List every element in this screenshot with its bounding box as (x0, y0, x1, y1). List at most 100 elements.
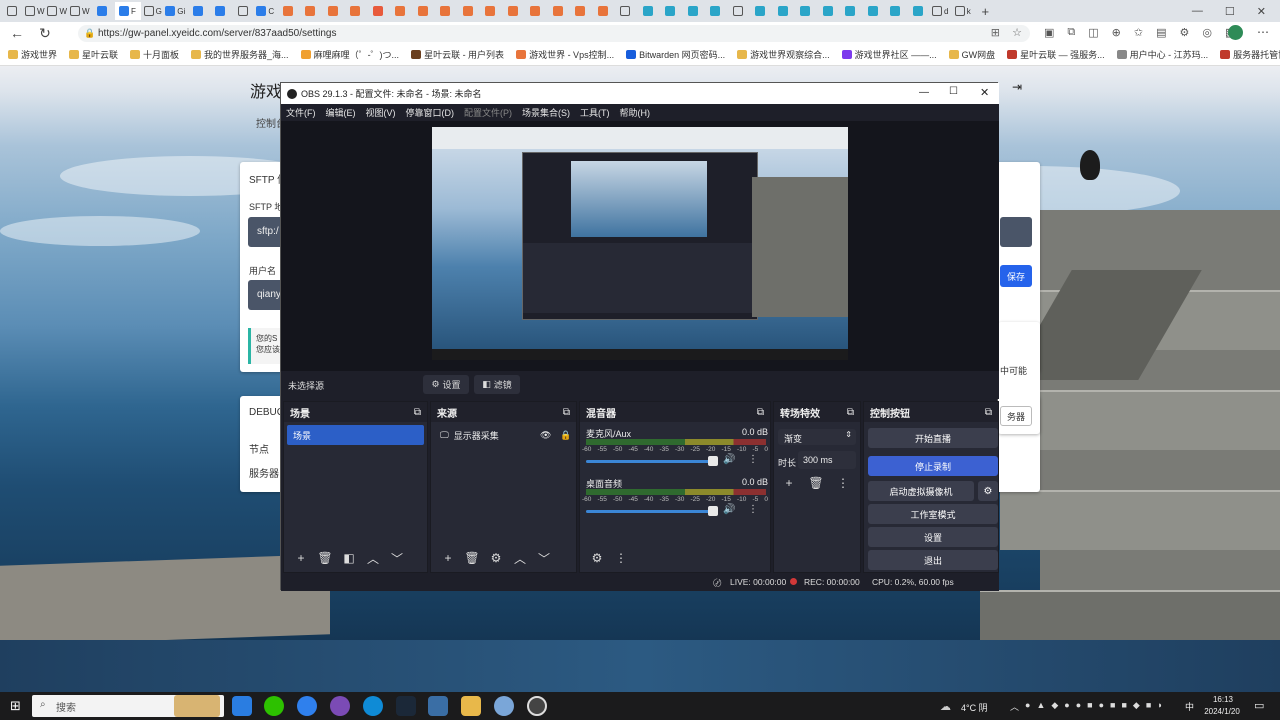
browser-tab[interactable]: d (930, 2, 951, 20)
duration-spinbox[interactable]: 300 ms (798, 451, 856, 469)
chevron-down-icon[interactable]: ﹀ (388, 549, 406, 567)
address-bar[interactable]: 🔒 https://gw-panel.xyeidc.com/server/837… (78, 25, 1030, 42)
new-tab-plus-icon[interactable]: + (975, 2, 996, 20)
browser-tab[interactable]: W (47, 2, 68, 20)
add-icon[interactable]: + (439, 549, 457, 567)
menu-tools[interactable]: 工具(T) (575, 106, 615, 119)
browser-tab[interactable] (728, 2, 749, 20)
menu-file[interactable]: 文件(F) (281, 106, 321, 119)
browser-tab[interactable] (570, 2, 591, 20)
star-icon[interactable]: ☆ (1012, 26, 1022, 39)
edge-icon[interactable] (363, 696, 383, 716)
tray-icon[interactable]: ◗ (1157, 700, 1162, 713)
menu-profile[interactable]: 配置文件(P) (459, 106, 517, 119)
tray-icon[interactable]: ◆ (1051, 700, 1058, 713)
browser-tab[interactable] (773, 2, 794, 20)
chevron-up-icon[interactable]: ︿ (1010, 700, 1019, 713)
browser-tab[interactable] (660, 2, 681, 20)
filters-button[interactable]: ◧ 滤镜 (474, 375, 520, 394)
browser-tab[interactable] (795, 2, 816, 20)
minimize-icon[interactable]: — (1192, 5, 1203, 18)
browser-tab[interactable]: G (143, 2, 164, 20)
obs-taskbar-icon[interactable] (527, 696, 547, 716)
browser-tab[interactable]: W (24, 2, 46, 20)
weather-text[interactable]: 4°C 阴 (961, 701, 988, 714)
browser-tab[interactable] (615, 2, 636, 20)
bookmark-item[interactable]: 游戏世界观察综合... (737, 48, 830, 61)
clock-date[interactable]: 2024/1/20 (1200, 707, 1244, 716)
browser-tab[interactable] (300, 2, 321, 20)
browser-tab[interactable] (750, 2, 771, 20)
menu-edit[interactable]: 编辑(E) (321, 106, 361, 119)
app-taskbar-icon[interactable] (232, 696, 252, 716)
tray-icon[interactable]: ● (1025, 700, 1030, 713)
speaker-icon[interactable]: 🔊 (723, 454, 735, 465)
source-item[interactable]: 🖵 显示器采集 👁 🔒 (434, 425, 573, 445)
browser-tab[interactable] (435, 2, 456, 20)
desktop-volume-knob[interactable] (708, 506, 718, 516)
trash-icon[interactable]: 🗑 (463, 549, 481, 567)
browser-tab[interactable] (840, 2, 861, 20)
close-icon[interactable]: ✕ (980, 86, 989, 99)
stop-recording-button[interactable]: 停止录制 (868, 456, 998, 476)
extension-icon[interactable]: ◎ (1202, 26, 1212, 39)
browser-tab[interactable] (885, 2, 906, 20)
ime-indicator[interactable]: 中 (1185, 700, 1194, 713)
menu-view[interactable]: 视图(V) (361, 106, 401, 119)
tray-icon[interactable]: ▲ (1036, 700, 1045, 713)
exit-button[interactable]: 退出 (868, 550, 998, 570)
browser-tab[interactable]: W (69, 2, 91, 20)
collections-icon[interactable]: ▤ (1156, 26, 1166, 39)
undock-icon[interactable]: ⧉ (563, 407, 570, 418)
browser-tab[interactable] (2, 2, 23, 20)
studio-mode-button[interactable]: 工作室模式 (868, 504, 998, 524)
tray-icon[interactable]: ● (1099, 700, 1104, 713)
browser-tab[interactable] (323, 2, 344, 20)
advanced-audio-icon[interactable]: ⚙ (588, 549, 606, 567)
browser-tab[interactable] (458, 2, 479, 20)
undock-icon[interactable]: ⧉ (985, 407, 992, 418)
chevron-up-icon[interactable]: ︿ (364, 549, 382, 567)
browser-tab[interactable] (548, 2, 569, 20)
lock-icon[interactable]: 🔒 (560, 430, 571, 441)
trash-icon[interactable]: 🗑 (807, 474, 825, 492)
desktop-volume-slider[interactable] (586, 510, 714, 513)
app-taskbar-icon[interactable] (297, 696, 317, 716)
extension-icon[interactable]: ▣ (1044, 26, 1054, 39)
notification-icon[interactable]: ▭ (1254, 699, 1264, 712)
settings-button[interactable]: 设置 (868, 527, 998, 547)
chevron-up-icon[interactable]: ︿ (511, 549, 529, 567)
browser-tab[interactable] (233, 2, 254, 20)
browser-tab[interactable] (345, 2, 366, 20)
extension-icon[interactable]: ⧉ (1067, 26, 1075, 39)
undock-icon[interactable]: ⧉ (847, 407, 854, 418)
trash-icon[interactable]: 🗑 (316, 549, 334, 567)
mic-volume-knob[interactable] (708, 456, 718, 466)
menu-docks[interactable]: 停靠窗口(D) (401, 106, 460, 119)
tray-icon[interactable]: ◆ (1133, 700, 1140, 713)
bookmark-item[interactable]: 星叶云联 - 用户列表 (411, 48, 504, 61)
tray-icon[interactable]: ■ (1087, 700, 1092, 713)
menu-scene-collection[interactable]: 场景集合(S) (517, 106, 575, 119)
source-settings-button[interactable]: ⚙ 设置 (423, 375, 469, 394)
browser-tab[interactable] (863, 2, 884, 20)
undock-icon[interactable]: ⧉ (757, 407, 764, 418)
bookmark-item[interactable]: 星叶云联 — 强服务... (1007, 48, 1105, 61)
clock-time[interactable]: 16:13 (1210, 695, 1236, 704)
browser-tab[interactable] (368, 2, 389, 20)
bookmark-item[interactable]: 游戏世界社区 ——... (841, 48, 937, 61)
browser-tab[interactable] (390, 2, 411, 20)
bookmark-item[interactable]: 十月面板 (130, 48, 179, 61)
bookmark-item[interactable]: 游戏世界 - Vps控制... (516, 48, 614, 61)
maximize-icon[interactable]: ☐ (949, 86, 958, 97)
steam-icon[interactable] (396, 696, 416, 716)
filter-icon[interactable]: ◧ (340, 549, 358, 567)
bookmark-item[interactable]: 游戏世界 (8, 48, 57, 61)
app-taskbar-icon[interactable] (494, 696, 514, 716)
browser-tab[interactable] (683, 2, 704, 20)
tray-icon[interactable]: ● (1076, 700, 1081, 713)
close-icon[interactable]: ✕ (1257, 5, 1266, 18)
browser-tab[interactable] (705, 2, 726, 20)
tray-icon[interactable]: ■ (1146, 700, 1151, 713)
browser-tab[interactable] (503, 2, 524, 20)
